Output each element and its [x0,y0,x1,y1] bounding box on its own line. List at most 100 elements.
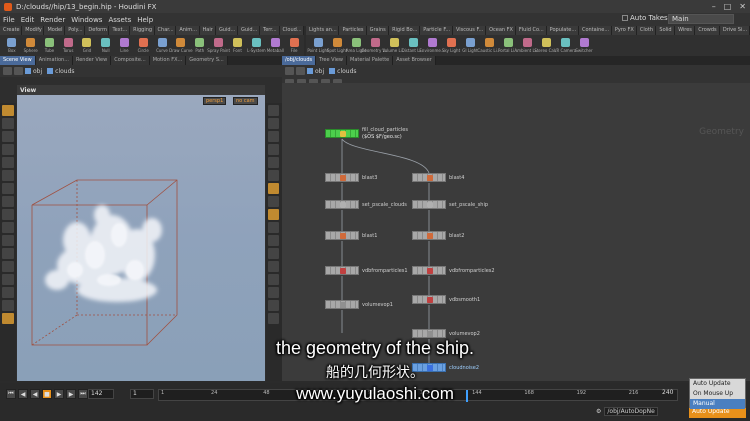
auto-takes-toggle[interactable]: Auto Takes [622,14,668,22]
shelf-right-tool[interactable]: Caustic Li... [477,38,501,53]
node-blast1[interactable] [325,231,359,240]
shelf-right-tab[interactable]: Rigid Bo... [389,26,421,35]
shelf-left-tab[interactable]: Anim... [176,26,200,35]
shelf-left-tool[interactable]: Grid [78,38,96,53]
shelf-left-tab[interactable]: Guid... [237,26,260,35]
cam-flag-dropdown[interactable]: no cam [233,97,258,105]
shelf-right-tab[interactable]: Viscous F... [452,26,487,35]
shelf-right-tab[interactable]: Fluid Co... [515,26,547,35]
tab-geometry-spreadsheet[interactable]: Geometry S... [186,56,228,65]
shelf-right-tool[interactable]: Stereo Ca... [534,38,558,53]
shelf-right-tool[interactable]: Point Light [307,38,329,53]
viewport-tool-icon[interactable] [268,248,279,259]
node-fill-cloud-particles[interactable] [325,129,359,138]
viewport-tool-icon[interactable] [268,196,279,207]
shelf-right-tool[interactable]: Spot Light [327,38,347,53]
shelf-right-tab[interactable]: Containe... [578,26,612,35]
viewport-tool-icon[interactable] [2,313,14,324]
shelf-left-tab[interactable]: Poly... [65,26,86,35]
viewport-tool-icon[interactable] [2,105,14,116]
shelf-left-tool[interactable]: Torus [59,38,77,53]
tab-asset-browser[interactable]: Asset Browser [393,56,436,65]
viewport-tool-icon[interactable] [268,170,279,181]
node-blast4[interactable] [412,173,446,182]
viewport-tool-icon[interactable] [2,183,14,194]
viewport-tool-icon[interactable] [268,261,279,272]
shelf-right-tab[interactable]: Pyro FX [611,26,637,35]
viewport-tool-icon[interactable] [2,118,14,129]
tab-composite[interactable]: Composite... [111,56,150,65]
shelf-right-tab[interactable]: Cloth [636,26,657,35]
shelf-left-tool[interactable]: File [285,38,303,53]
node-blast2[interactable] [412,231,446,240]
path-clouds[interactable]: clouds [47,68,75,75]
net-path-clouds[interactable]: clouds [329,68,357,75]
shelf-left-tool[interactable]: Spray Paint [207,38,230,53]
shelf-left-tool[interactable]: Tube [41,38,59,53]
shelf-right-tab[interactable]: Ocean FX [486,26,516,35]
viewport-tool-icon[interactable] [2,287,14,298]
shelf-right-tool[interactable]: Geometry L... [361,38,389,53]
menu-file[interactable]: File [3,16,15,24]
shelf-right-tab[interactable]: Wires [675,26,696,35]
shelf-left-tab[interactable]: Create [0,26,23,35]
shelf-right-tab[interactable]: Lights an... [306,26,340,35]
shelf-right-tool[interactable]: Environme... [419,38,445,53]
shelf-left-tool[interactable]: Sphere [22,38,40,53]
viewport-tool-icon[interactable] [268,118,279,129]
shelf-right-tab[interactable]: Crowds [695,26,720,35]
tab-tree-view[interactable]: Tree View [316,56,348,65]
desktop-select[interactable]: Main [668,14,734,24]
shelf-right-tab[interactable]: Grains [366,26,390,35]
shelf-left-tool[interactable]: Null [97,38,115,53]
shelf-right-tab[interactable]: Solid [656,26,676,35]
shelf-left-tab[interactable]: Modify [22,26,45,35]
shelf-right-tab[interactable]: Particles [339,26,367,35]
back-icon[interactable] [285,67,294,75]
camera-dropdown[interactable]: persp1 [203,97,227,105]
viewport-tool-icon[interactable] [268,157,279,168]
tab-material-palette[interactable]: Material Palette [347,56,394,65]
forward-icon[interactable] [296,67,305,75]
viewport-tool-icon[interactable] [268,105,279,116]
node-volumevop2[interactable] [412,329,446,338]
viewport-tool-icon[interactable] [268,313,279,324]
shelf-right-tab[interactable]: Particle F... [420,26,453,35]
viewport-tool-icon[interactable] [2,144,14,155]
viewport-tool-icon[interactable] [268,274,279,285]
viewport-tool-icon[interactable] [2,170,14,181]
viewport-tool-icon[interactable] [2,209,14,220]
viewport-tool-icon[interactable] [268,183,279,194]
shelf-left-tab[interactable]: Hair [199,26,216,35]
forward-icon[interactable] [14,67,23,75]
shelf-left-tab[interactable]: Guid... [215,26,238,35]
network-editor[interactable]: Geometry fill_cloud_particles ($OS $F/ge… [282,83,750,381]
viewport-tool-icon[interactable] [2,222,14,233]
shelf-right-tab[interactable]: Drive Si... [719,26,750,35]
menu-render[interactable]: Render [40,16,65,24]
shelf-left-tool[interactable]: Circle [134,38,152,53]
viewport-tool-icon[interactable] [268,235,279,246]
node-volumevop1[interactable] [325,300,359,309]
menu-assets[interactable]: Assets [108,16,131,24]
node-set-pscale-ship[interactable] [412,200,446,209]
viewport-tool-icon[interactable] [2,274,14,285]
shelf-right-tool[interactable]: Ambient Li... [514,38,540,53]
minimize-icon[interactable]: – [712,2,716,11]
shelf-left-tab[interactable]: Model [44,26,66,35]
shelf-right-tool[interactable]: GI Light [461,38,479,53]
shelf-left-tab[interactable]: Text... [109,26,131,35]
node-vdbfromparticles1[interactable] [325,266,359,275]
viewport-tool-icon[interactable] [2,131,14,142]
shelf-right-tab[interactable]: Populate... [546,26,579,35]
shelf-left-tool[interactable]: Path [191,38,209,53]
shelf-right-tool[interactable]: Switcher [575,38,593,53]
tab-render-view[interactable]: Render View [72,56,112,65]
shelf-left-tool[interactable]: Font [229,38,247,53]
net-path-obj[interactable]: obj [307,68,324,75]
viewport-tool-icon[interactable] [268,209,279,220]
maximize-icon[interactable]: □ [724,2,732,11]
status-path[interactable]: /obj/AutoDopNe [604,407,658,416]
shelf-left-tool[interactable]: L-System [247,38,266,53]
close-icon[interactable]: ✕ [739,2,746,11]
